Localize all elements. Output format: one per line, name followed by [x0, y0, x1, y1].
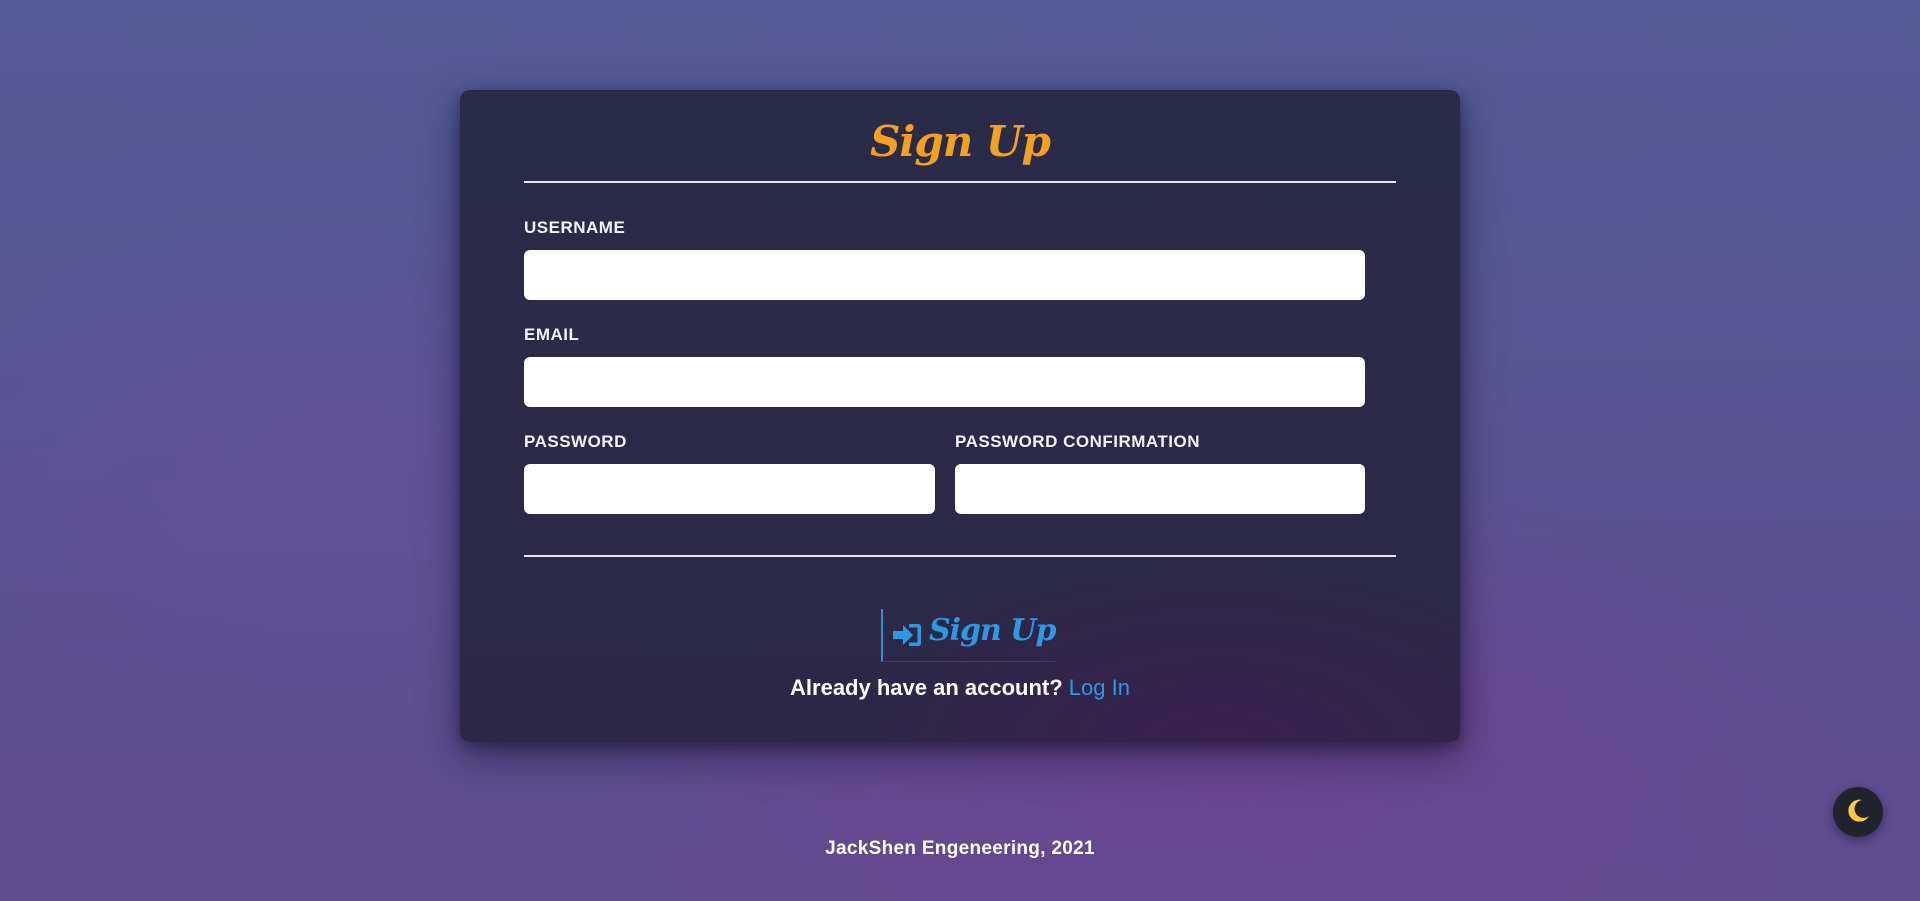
- username-label: USERNAME: [524, 218, 626, 237]
- sign-up-button-label: Sign Up: [929, 613, 1056, 648]
- login-prompt: Already have an account? Log In: [460, 674, 1460, 702]
- login-link[interactable]: Log In: [1069, 675, 1130, 700]
- theme-toggle-button[interactable]: [1833, 787, 1883, 837]
- login-prompt-text: Already have an account?: [790, 675, 1063, 700]
- password-label: PASSWORD: [524, 432, 627, 451]
- signup-card: Sign Up USERNAME EMAIL PASSWORD PASSWORD…: [460, 90, 1460, 742]
- email-label: EMAIL: [524, 325, 580, 344]
- username-input[interactable]: [524, 250, 1365, 300]
- email-input[interactable]: [524, 357, 1365, 407]
- sign-in-icon: [891, 621, 923, 649]
- top-divider: [524, 181, 1396, 183]
- moon-icon: [1845, 797, 1871, 827]
- password-input[interactable]: [524, 464, 935, 514]
- sign-up-button[interactable]: Sign Up: [881, 609, 1056, 662]
- password-confirmation-input[interactable]: [955, 464, 1365, 514]
- form-title: Sign Up: [870, 117, 1051, 166]
- footer-text: JackShen Engeneering, 2021: [825, 838, 1095, 859]
- bottom-divider: [524, 555, 1396, 557]
- password-confirmation-label: PASSWORD CONFIRMATION: [955, 432, 1201, 451]
